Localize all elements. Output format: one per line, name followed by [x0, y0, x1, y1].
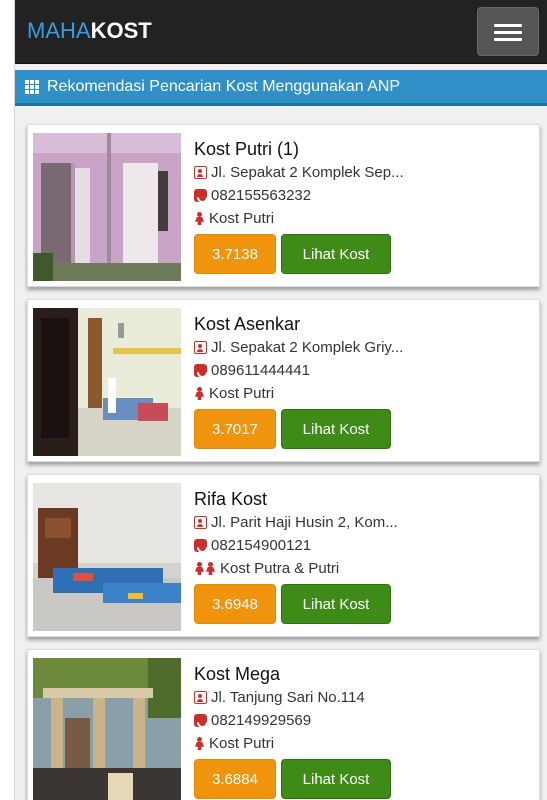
kost-address: Jl. Tanjung Sari No.114: [211, 689, 365, 706]
kost-card: Kost Putri (1) Jl. Sepakat 2 Komplek Sep…: [27, 124, 540, 287]
kost-phone: 082154900121: [211, 537, 312, 554]
kost-photo[interactable]: [33, 658, 181, 800]
kost-phone: 082155563232: [211, 187, 312, 204]
grid-icon: [25, 79, 41, 94]
anp-score-badge: 3.6948: [194, 584, 276, 624]
section-title: Rekomendasi Pencarian Kost Menggunakan A…: [47, 77, 401, 95]
anp-score-badge: 3.6884: [194, 759, 276, 799]
kost-address: Jl. Sepakat 2 Komplek Sep...: [211, 164, 404, 181]
kost-name: Kost Asenkar: [194, 314, 301, 334]
kost-phone: 089611444441: [211, 362, 310, 379]
hamburger-menu-icon[interactable]: [477, 7, 539, 56]
kost-card: Kost Mega Jl. Tanjung Sari No.114 082149…: [27, 649, 540, 800]
kost-photo[interactable]: [33, 308, 181, 456]
male-female-icon: [194, 562, 216, 575]
view-kost-button[interactable]: Lihat Kost: [281, 584, 391, 624]
phone-icon: [194, 189, 207, 202]
kost-type: Kost Putri: [209, 735, 275, 752]
view-kost-button[interactable]: Lihat Kost: [281, 759, 391, 799]
address-card-icon: [194, 691, 207, 704]
kost-name: Kost Mega: [194, 664, 281, 684]
female-icon: [194, 737, 205, 750]
kost-photo[interactable]: [33, 483, 181, 631]
view-kost-button[interactable]: Lihat Kost: [281, 409, 391, 449]
kost-address: Jl. Parit Haji Husin 2, Kom...: [211, 514, 398, 531]
kost-type: Kost Putra & Putri: [220, 560, 340, 577]
kost-type: Kost Putri: [209, 210, 275, 227]
page-frame: MAHAKOST Rekomendasi Pencarian Kost Meng…: [14, 0, 547, 800]
phone-icon: [194, 714, 207, 727]
kost-list: Kost Putri (1) Jl. Sepakat 2 Komplek Sep…: [27, 124, 540, 800]
view-kost-button[interactable]: Lihat Kost: [281, 234, 391, 274]
phone-icon: [194, 539, 207, 552]
kost-type: Kost Putri: [209, 385, 275, 402]
female-icon: [194, 212, 205, 225]
brand-part1: MAHA: [27, 18, 91, 43]
kost-name: Kost Putri (1): [194, 139, 300, 159]
navbar: MAHAKOST: [15, 0, 547, 64]
address-card-icon: [194, 516, 207, 529]
section-header: Rekomendasi Pencarian Kost Menggunakan A…: [15, 70, 547, 106]
address-card-icon: [194, 341, 207, 354]
brand-logo[interactable]: MAHAKOST: [27, 18, 152, 44]
kost-address: Jl. Sepakat 2 Komplek Griy...: [211, 339, 404, 356]
anp-score-badge: 3.7017: [194, 409, 276, 449]
brand-part2: KOST: [90, 18, 152, 43]
phone-icon: [194, 364, 207, 377]
female-icon: [194, 387, 205, 400]
kost-card: Rifa Kost Jl. Parit Haji Husin 2, Kom...…: [27, 474, 540, 637]
kost-photo[interactable]: [33, 133, 181, 281]
kost-phone: 082149929569: [211, 712, 312, 729]
kost-card: Kost Asenkar Jl. Sepakat 2 Komplek Griy.…: [27, 299, 540, 462]
anp-score-badge: 3.7138: [194, 234, 276, 274]
kost-name: Rifa Kost: [194, 489, 268, 509]
address-card-icon: [194, 166, 207, 179]
